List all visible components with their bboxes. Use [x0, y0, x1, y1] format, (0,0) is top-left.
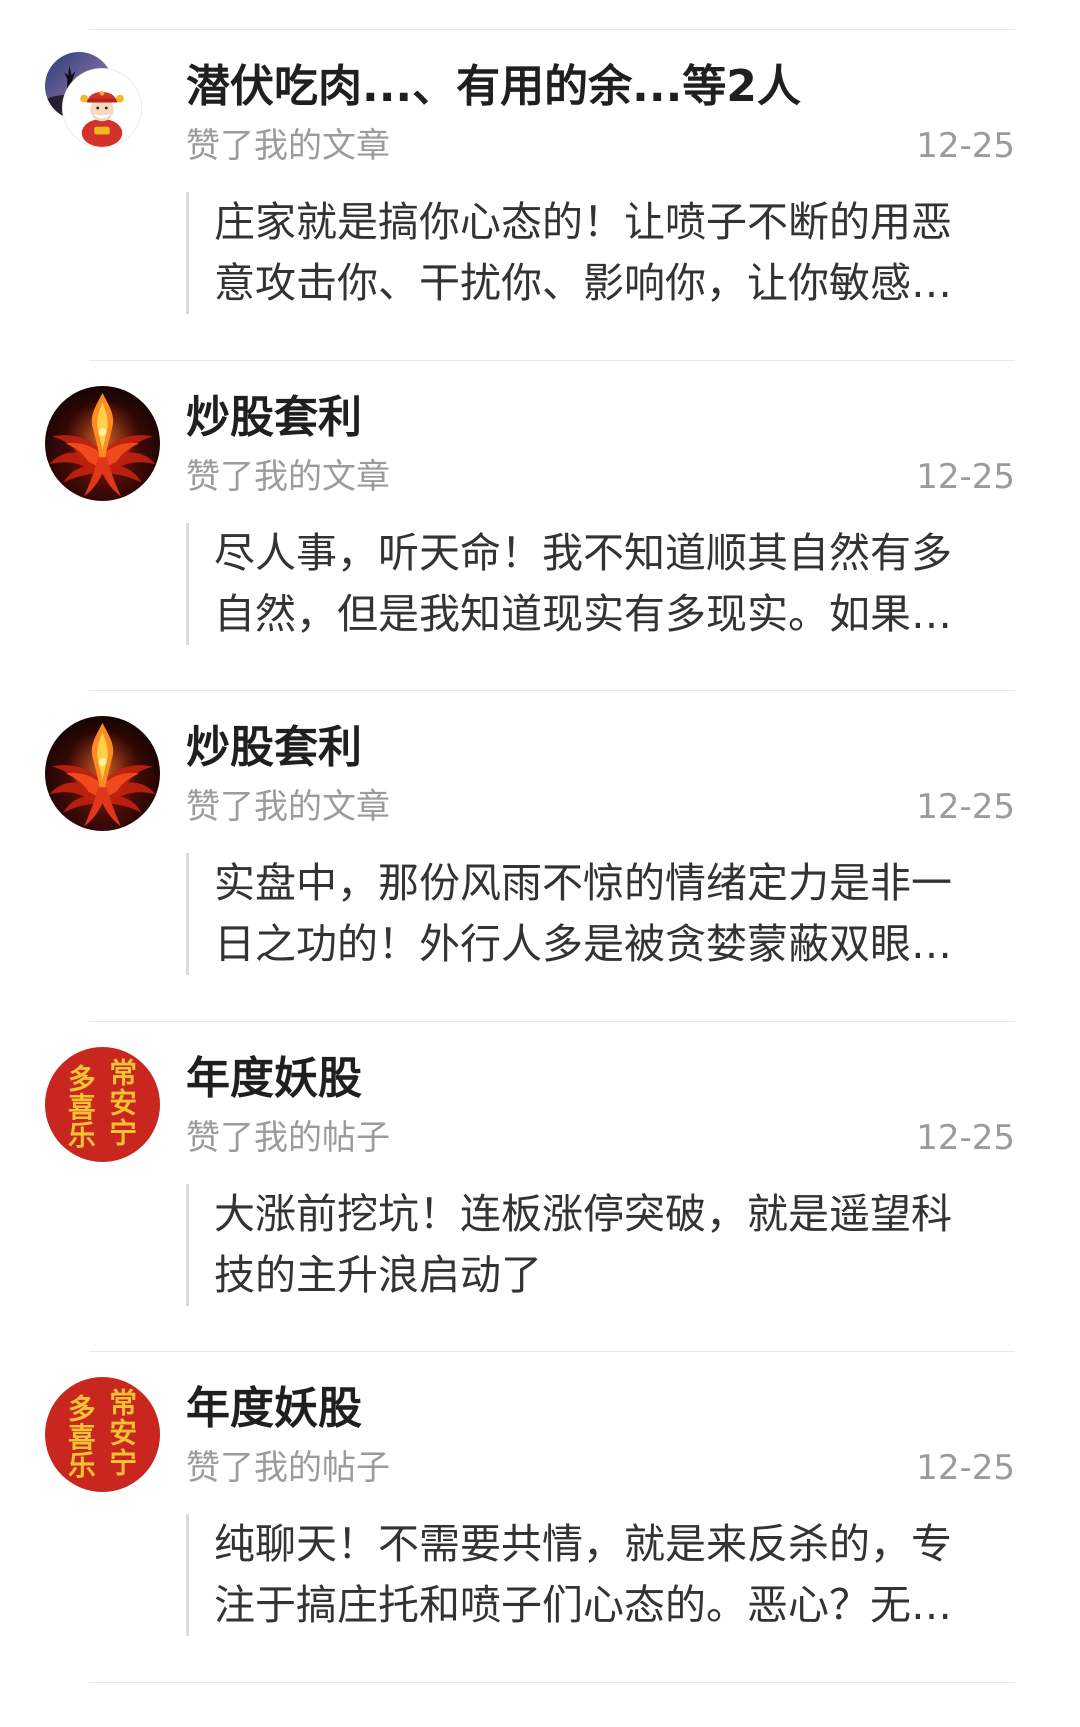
- calligraphy-char: 安: [109, 1086, 137, 1119]
- timestamp: 12-25: [916, 1448, 1015, 1489]
- quote-line: 庄家就是搞你心态的！让喷子不断的用恶: [214, 198, 952, 246]
- like-notification-item[interactable]: 潜伏吃肉...、有用的余...等2人 赞了我的文章 12-25 庄家就是搞你心态…: [0, 29, 1080, 360]
- avatar[interactable]: 常 安 宁 多 喜 乐: [45, 1377, 160, 1493]
- like-notification-item[interactable]: 常 安 宁 多 喜 乐 年度妖股 赞了我的帖子 12-25 大涨前挖坑！连板涨停…: [0, 1020, 1080, 1352]
- calligraphy-avatar-icon: 常 安 宁 多 喜 乐: [45, 1046, 160, 1162]
- user-name[interactable]: 年度妖股: [186, 1051, 362, 1107]
- timestamp: 12-25: [916, 456, 1015, 497]
- calligraphy-avatar-icon: 常 安 宁 多 喜 乐: [45, 1377, 160, 1493]
- calligraphy-char: 宁: [109, 1447, 137, 1480]
- divider: [89, 359, 1015, 361]
- calligraphy-char: 安: [109, 1417, 137, 1450]
- like-notification-item[interactable]: 常 安 宁 多 喜 乐 年度妖股 赞了我的帖子 12-25 纯聊天！不需要共情，…: [0, 1351, 1080, 1682]
- quoted-content[interactable]: 大涨前挖坑！连板涨停突破，就是遥望科 技的主升浪启动了: [186, 1183, 986, 1306]
- user-name[interactable]: 年度妖股: [186, 1381, 362, 1437]
- quote-line: 日之功的！外行人多是被贪婪蒙蔽双眼…: [214, 920, 952, 969]
- action-text: 赞了我的帖子: [186, 1117, 390, 1158]
- calligraphy-char: 乐: [68, 1449, 96, 1482]
- calligraphy-char: 常: [109, 1387, 137, 1420]
- avatar[interactable]: [45, 716, 160, 832]
- divider: [89, 29, 1015, 30]
- group-avatar[interactable]: [45, 52, 160, 170]
- avatar[interactable]: [45, 385, 160, 501]
- avatar-front: [63, 69, 141, 147]
- quote-line: 意攻击你、干扰你、影响你，让你敏感…: [214, 259, 952, 307]
- god-of-wealth-avatar-icon: [63, 69, 141, 147]
- notification-feed: 潜伏吃肉...、有用的余...等2人 赞了我的文章 12-25 庄家就是搞你心态…: [0, 29, 1080, 1682]
- timestamp: 12-25: [916, 787, 1015, 828]
- phoenix-avatar-icon: [45, 385, 160, 501]
- phoenix-avatar-icon: [45, 716, 160, 832]
- divider: [89, 690, 1015, 692]
- action-text: 赞了我的文章: [186, 126, 390, 166]
- quoted-content[interactable]: 尽人事，听天命！我不知道顺其自然有多 自然，但是我知道现实有多现实。如果…: [186, 522, 986, 645]
- action-text: 赞了我的文章: [186, 787, 390, 828]
- quote-line: 技的主升浪启动了: [214, 1250, 542, 1299]
- quote-line: 自然，但是我知道现实有多现实。如果…: [214, 589, 952, 638]
- quote-line: 实盘中，那份风雨不惊的情绪定力是非一: [214, 859, 952, 908]
- timestamp: 12-25: [916, 1117, 1015, 1158]
- action-text: 赞了我的帖子: [186, 1448, 390, 1489]
- timestamp: 12-25: [916, 126, 1015, 166]
- quote-line: 注于搞庄托和喷子们心态的。恶心？无…: [214, 1581, 952, 1630]
- like-notification-item[interactable]: 炒股套利 赞了我的文章 12-25 尽人事，听天命！我不知道顺其自然有多 自然，…: [0, 359, 1080, 691]
- divider: [89, 1020, 1015, 1022]
- quote-line: 纯聊天！不需要共情，就是来反杀的，专: [214, 1520, 952, 1569]
- user-name[interactable]: 潜伏吃肉...、有用的余...等2人: [186, 59, 801, 115]
- divider: [89, 1682, 1015, 1683]
- divider: [89, 1351, 1015, 1353]
- action-text: 赞了我的文章: [186, 456, 390, 497]
- calligraphy-char: 乐: [68, 1119, 96, 1152]
- quoted-content[interactable]: 实盘中，那份风雨不惊的情绪定力是非一 日之功的！外行人多是被贪婪蒙蔽双眼…: [186, 853, 986, 976]
- user-name[interactable]: 炒股套利: [186, 390, 362, 446]
- calligraphy-char: 常: [109, 1056, 137, 1089]
- like-notification-item[interactable]: 炒股套利 赞了我的文章 12-25 实盘中，那份风雨不惊的情绪定力是非一 日之功…: [0, 690, 1080, 1021]
- quoted-content[interactable]: 纯聊天！不需要共情，就是来反杀的，专 注于搞庄托和喷子们心态的。恶心？无…: [186, 1514, 986, 1637]
- quote-line: 尽人事，听天命！我不知道顺其自然有多: [214, 528, 952, 577]
- avatar[interactable]: 常 安 宁 多 喜 乐: [45, 1046, 160, 1162]
- quoted-content[interactable]: 庄家就是搞你心态的！让喷子不断的用恶 意攻击你、干扰你、影响你，让你敏感…: [186, 192, 986, 314]
- user-name[interactable]: 炒股套利: [186, 720, 362, 776]
- calligraphy-char: 宁: [109, 1116, 137, 1149]
- quote-line: 大涨前挖坑！连板涨停突破，就是遥望科: [214, 1189, 952, 1238]
